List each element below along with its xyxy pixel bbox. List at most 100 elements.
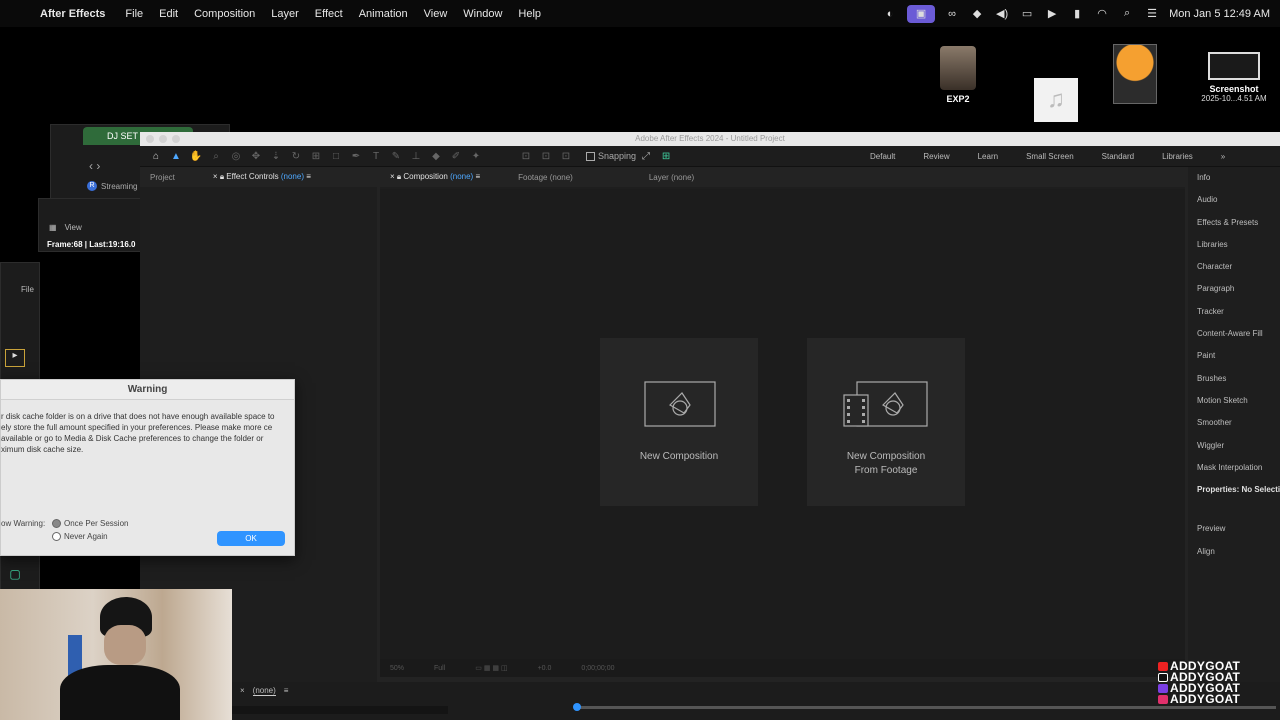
- panel-info[interactable]: Info: [1188, 167, 1280, 189]
- layout-icon[interactable]: ▦: [49, 223, 57, 232]
- panel-properties[interactable]: Properties: No Selection: [1188, 479, 1280, 501]
- more-workspaces-icon[interactable]: »: [1221, 152, 1225, 161]
- cube-icon[interactable]: ▢: [5, 567, 25, 585]
- playhead-icon[interactable]: [573, 703, 581, 711]
- vpn-icon[interactable]: ◆: [969, 7, 985, 21]
- screen-record-icon[interactable]: ▣: [907, 4, 936, 23]
- home-icon[interactable]: ⌂: [146, 151, 166, 162]
- hand-tool-icon[interactable]: ✋: [186, 151, 206, 162]
- view-menu[interactable]: View: [65, 223, 82, 232]
- panel-libraries[interactable]: Libraries: [1188, 234, 1280, 256]
- local-axis-icon[interactable]: ⊡: [516, 151, 536, 162]
- menu-effect[interactable]: Effect: [307, 8, 351, 20]
- wifi-icon[interactable]: ◠: [1094, 7, 1110, 21]
- exposure-value[interactable]: +0.0: [538, 665, 552, 672]
- menu-help[interactable]: Help: [510, 8, 549, 20]
- rectangle-tool-icon[interactable]: □: [326, 151, 346, 162]
- new-composition-from-footage-card[interactable]: New Composition From Footage: [807, 338, 965, 506]
- clone-stamp-tool-icon[interactable]: ⊥: [406, 151, 426, 162]
- puppet-tool-icon[interactable]: ✦: [466, 151, 486, 162]
- magnification-dropdown[interactable]: 50%: [390, 665, 404, 672]
- minimize-window-icon[interactable]: [159, 135, 167, 143]
- snap-options-icon[interactable]: ⤢: [636, 151, 656, 162]
- panel-content-aware-fill[interactable]: Content-Aware Fill: [1188, 323, 1280, 345]
- play-icon[interactable]: ▶: [1044, 7, 1060, 21]
- tab-composition[interactable]: × 🔒︎ Composition (none) ≡: [380, 172, 490, 182]
- menu-edit[interactable]: Edit: [151, 8, 186, 20]
- panel-tracker[interactable]: Tracker: [1188, 301, 1280, 323]
- radio-unselected-icon[interactable]: [52, 532, 61, 541]
- menu-app-name[interactable]: After Effects: [40, 8, 117, 20]
- orbit-tool-icon[interactable]: ◎: [226, 151, 246, 162]
- selection-tool-icon[interactable]: ▲: [166, 151, 186, 162]
- menu-composition[interactable]: Composition: [186, 8, 263, 20]
- brush-tool-icon[interactable]: ✎: [386, 151, 406, 162]
- workspace-review[interactable]: Review: [923, 152, 949, 161]
- snapping-checkbox[interactable]: [586, 151, 595, 161]
- timeline-tab[interactable]: × (none) ≡: [240, 686, 288, 696]
- background-video-window[interactable]: ▦ View Frame:68 | Last:19:16.0: [38, 198, 142, 252]
- display-icon[interactable]: ▭: [1019, 7, 1035, 21]
- timeline-search-field[interactable]: [232, 706, 448, 714]
- dolly-tool-icon[interactable]: ⇣: [266, 151, 286, 162]
- control-center-icon[interactable]: ☰: [1144, 7, 1160, 21]
- composition-viewer[interactable]: New Composition New Composition From Foo…: [380, 189, 1185, 677]
- workspace-small-screen[interactable]: Small Screen: [1026, 152, 1074, 161]
- panel-smoother[interactable]: Smoother: [1188, 412, 1280, 434]
- tab-project[interactable]: Project: [140, 173, 185, 182]
- menu-layer[interactable]: Layer: [263, 8, 307, 20]
- streaming-item[interactable]: R Streaming: [87, 181, 137, 191]
- type-tool-icon[interactable]: T: [366, 151, 386, 162]
- panel-menu-icon[interactable]: ≡: [475, 172, 480, 181]
- panel-character[interactable]: Character: [1188, 256, 1280, 278]
- file-menu[interactable]: File: [21, 285, 34, 294]
- tab-layer[interactable]: Layer (none): [639, 173, 704, 182]
- panel-menu-icon[interactable]: ≡: [306, 172, 311, 181]
- battery-icon[interactable]: ▮: [1069, 7, 1085, 21]
- rotate-tool-icon[interactable]: ↻: [286, 151, 306, 162]
- resolution-dropdown[interactable]: Full: [434, 665, 445, 672]
- desktop-icon-exp2[interactable]: EXP2: [936, 46, 980, 104]
- volume-icon[interactable]: ◀): [994, 7, 1010, 21]
- clock[interactable]: Mon Jan 5 12:49 AM: [1169, 8, 1270, 20]
- panel-preview[interactable]: Preview: [1188, 518, 1280, 540]
- radio-selected-icon[interactable]: [52, 519, 61, 528]
- eraser-tool-icon[interactable]: ◆: [426, 151, 446, 162]
- workspace-learn[interactable]: Learn: [978, 152, 998, 161]
- panel-align[interactable]: Align: [1188, 541, 1280, 563]
- close-tab-icon[interactable]: ×: [240, 686, 245, 696]
- menu-view[interactable]: View: [416, 8, 456, 20]
- region-icon[interactable]: ▭ ▦ ▦ ◫: [475, 664, 507, 672]
- panel-paint[interactable]: Paint: [1188, 345, 1280, 367]
- snapping-toggle[interactable]: Snapping: [586, 151, 636, 161]
- close-tab-icon[interactable]: ×: [213, 172, 220, 181]
- time-ruler[interactable]: [576, 706, 1276, 709]
- panel-menu-icon[interactable]: ≡: [284, 686, 289, 696]
- new-composition-card[interactable]: New Composition: [600, 338, 758, 506]
- close-tab-icon[interactable]: ×: [390, 172, 397, 181]
- world-axis-icon[interactable]: ⊡: [536, 151, 556, 162]
- snap-grid-icon[interactable]: ⊞: [656, 151, 676, 162]
- workspace-default[interactable]: Default: [870, 152, 895, 161]
- view-axis-icon[interactable]: ⊡: [556, 151, 576, 162]
- panel-effects-presets[interactable]: Effects & Presets: [1188, 212, 1280, 234]
- panel-brushes[interactable]: Brushes: [1188, 368, 1280, 390]
- menu-animation[interactable]: Animation: [351, 8, 416, 20]
- panel-motion-sketch[interactable]: Motion Sketch: [1188, 390, 1280, 412]
- desktop-icon-screenshot[interactable]: Screenshot 2025-10...4.51 AM: [1188, 52, 1280, 103]
- panel-paragraph[interactable]: Paragraph: [1188, 278, 1280, 300]
- select-tool-icon[interactable]: ▸: [5, 349, 25, 367]
- search-icon[interactable]: ⌕: [1119, 7, 1135, 21]
- zoom-window-icon[interactable]: [172, 135, 180, 143]
- current-time[interactable]: 0;00;00;00: [581, 665, 614, 672]
- menu-file[interactable]: File: [117, 8, 151, 20]
- workspace-standard[interactable]: Standard: [1102, 152, 1134, 161]
- menu-window[interactable]: Window: [455, 8, 510, 20]
- tab-footage[interactable]: Footage (none): [508, 173, 583, 182]
- panel-wiggler[interactable]: Wiggler: [1188, 435, 1280, 457]
- panel-audio[interactable]: Audio: [1188, 189, 1280, 211]
- pen-tool-icon[interactable]: ✒: [346, 151, 366, 162]
- never-again-radio[interactable]: Never Again: [52, 532, 108, 541]
- sync-icon[interactable]: ◐: [882, 7, 898, 21]
- pan-behind-tool-icon[interactable]: ⊞: [306, 151, 326, 162]
